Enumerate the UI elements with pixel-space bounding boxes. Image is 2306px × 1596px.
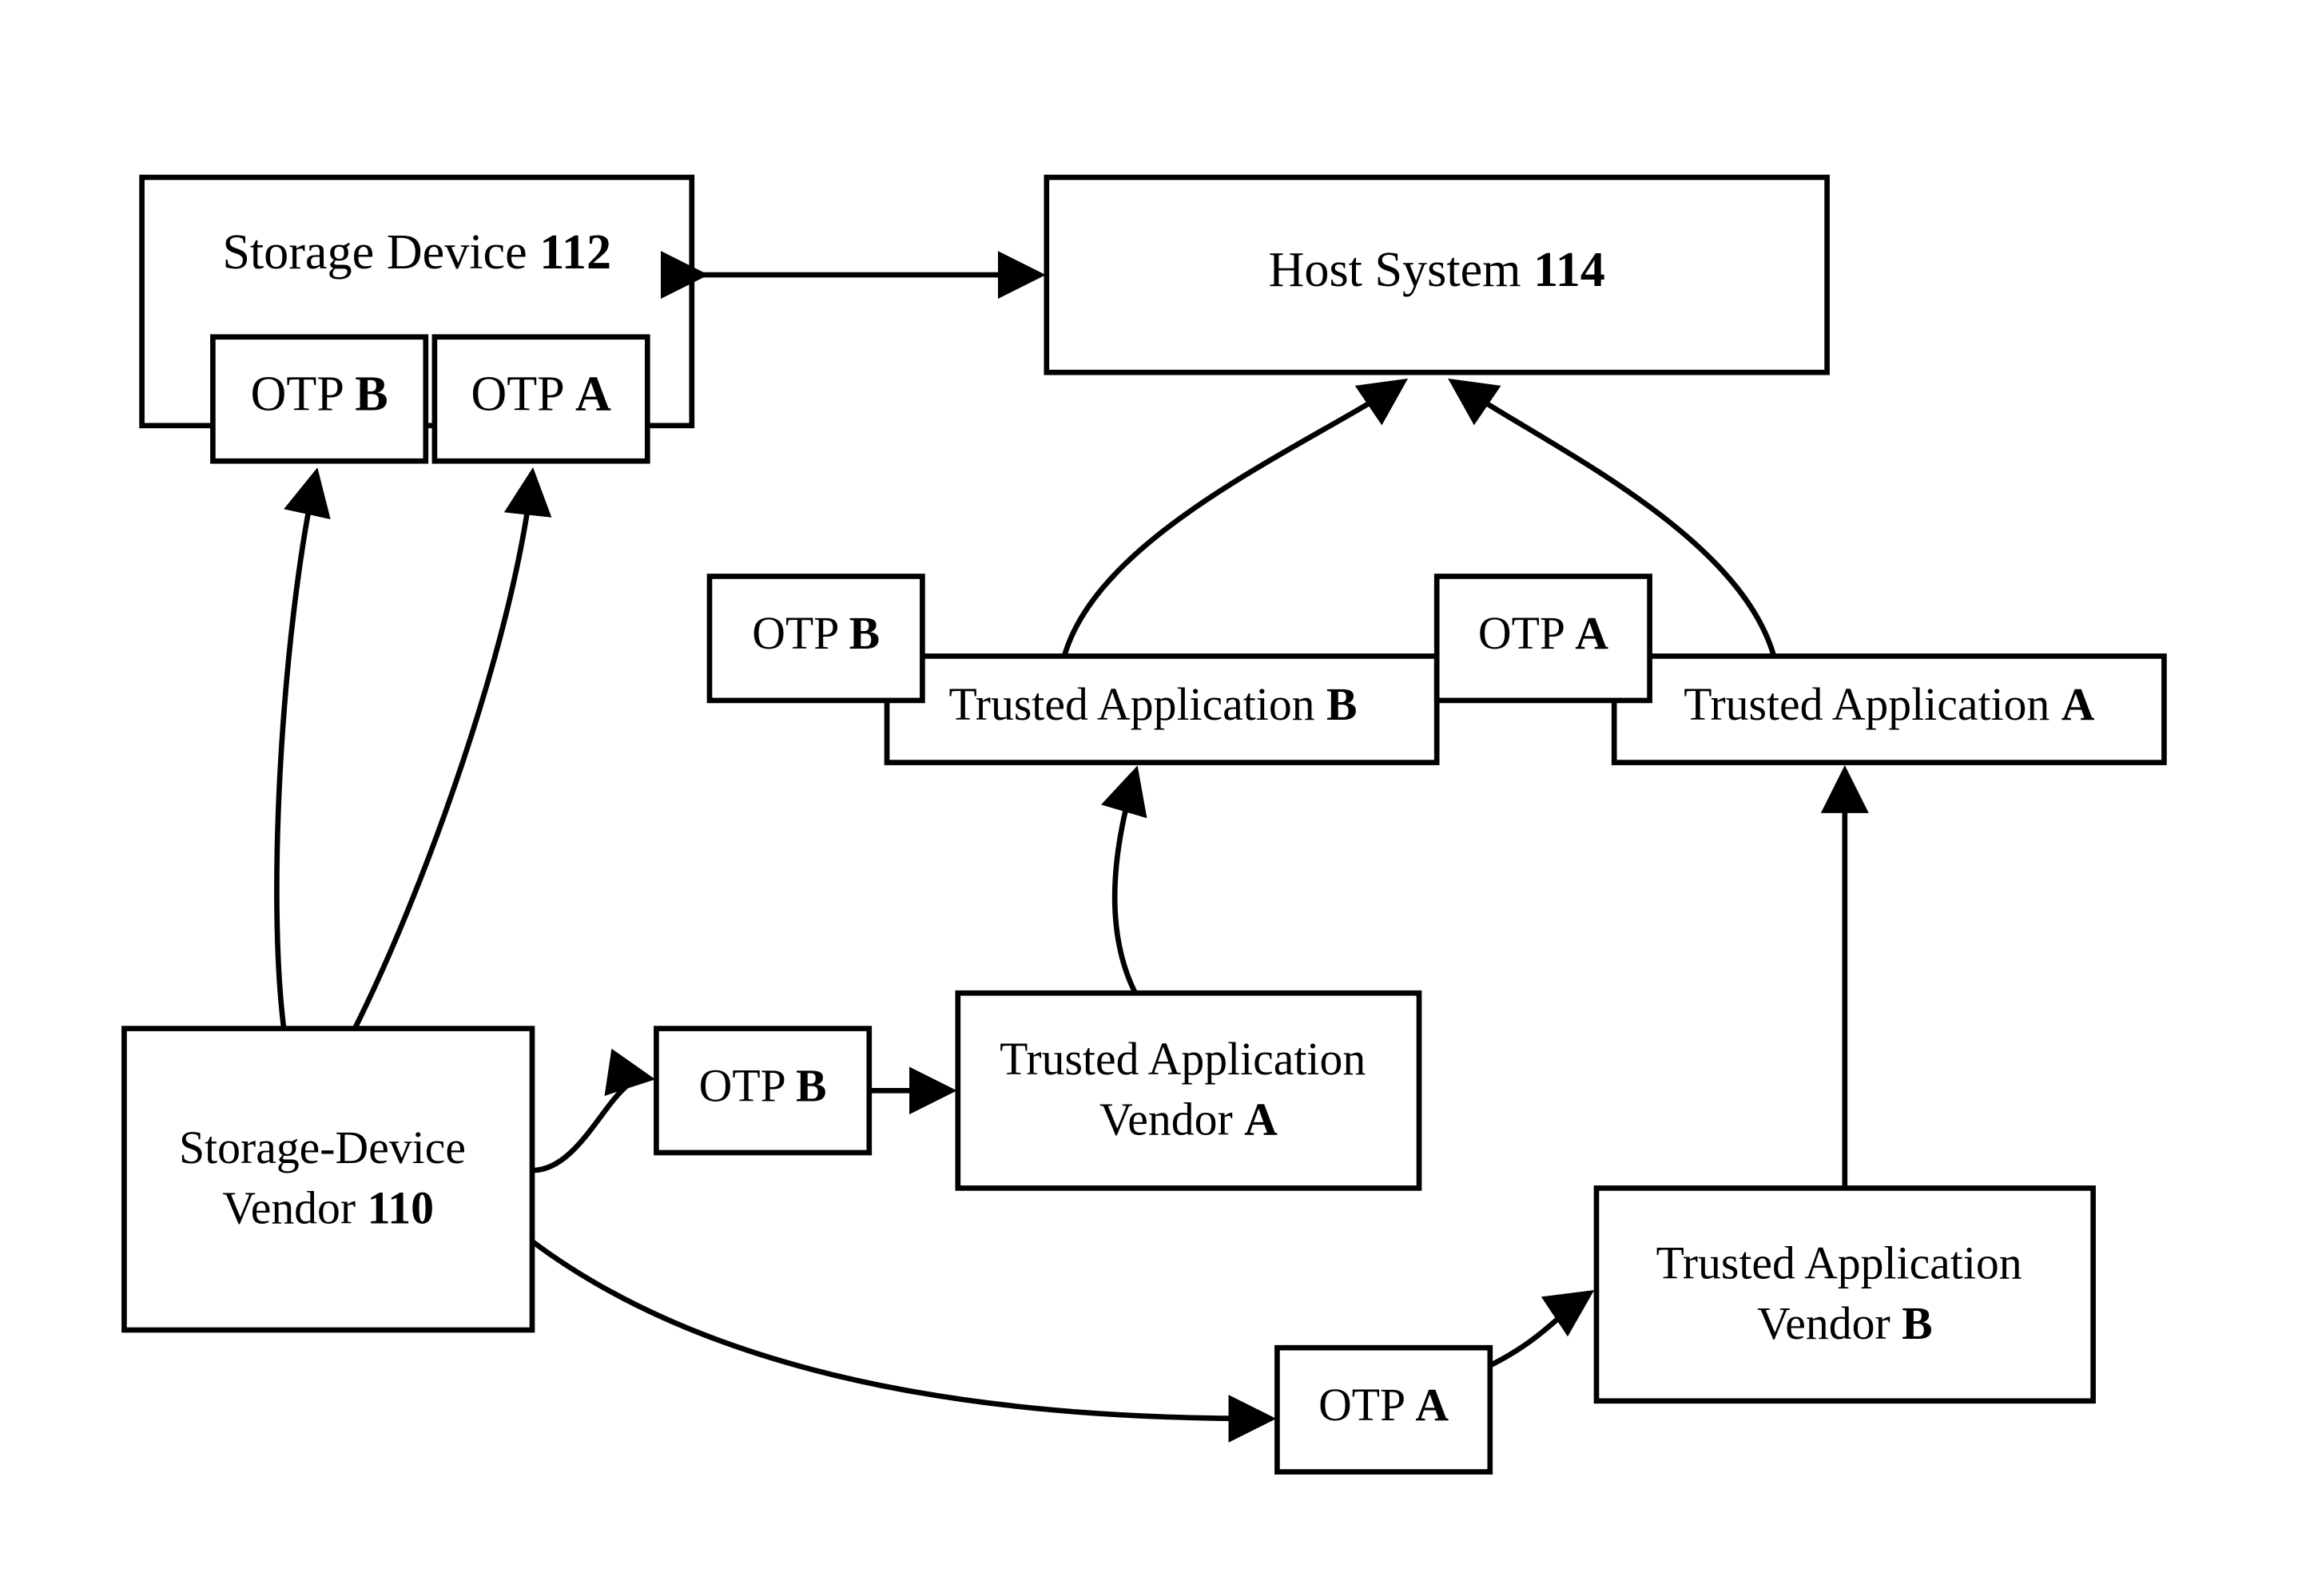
svg-text:Trusted Application A: Trusted Application A	[1684, 680, 2094, 730]
node-trusted-app-b-otp: OTP B	[710, 577, 922, 701]
otp-b-mid-bold: B	[796, 1062, 827, 1112]
sd-otp-b-bold: B	[355, 367, 388, 422]
svg-text:Trusted Application B: Trusted Application B	[949, 680, 1358, 730]
tab-otp-prefix: OTP	[752, 609, 849, 659]
node-otp-a-mid: OTP A	[1277, 1348, 1489, 1471]
edge-vendor-to-otp-b-sd	[276, 475, 316, 1029]
edge-otp-a-to-ta-vendor-b	[1490, 1295, 1588, 1366]
edge-vendor-to-otp-a-sd	[355, 475, 532, 1029]
svg-text:OTP B: OTP B	[251, 367, 388, 422]
svg-text:OTP B: OTP B	[752, 609, 880, 659]
sd-otp-a-bold: A	[575, 367, 611, 422]
ta-vendor-b-line2-prefix: Vendor	[1757, 1299, 1902, 1349]
node-trusted-app-b: Trusted Application B	[887, 656, 1437, 762]
edge-app-b-to-host	[1064, 383, 1401, 657]
trusted-app-a-bold: A	[2061, 680, 2095, 730]
svg-text:OTP B: OTP B	[699, 1062, 827, 1112]
sd-otp-b-prefix: OTP	[251, 367, 356, 422]
trusted-app-b-bold: B	[1326, 680, 1358, 730]
storage-device-label-bold: 112	[539, 225, 611, 280]
edge-vendor-to-otp-a-mid	[532, 1241, 1268, 1419]
edge-vendor-to-otp-b-mid	[532, 1078, 647, 1170]
storage-vendor-line2-bold: 110	[368, 1184, 434, 1234]
otp-a-mid-prefix: OTP	[1318, 1380, 1415, 1431]
sd-otp-a-prefix: OTP	[471, 367, 575, 422]
ta-vendor-a-line2-bold: A	[1244, 1095, 1278, 1145]
node-otp-b-mid: OTP B	[656, 1029, 869, 1153]
node-host-system: Host System 114	[1047, 177, 1827, 372]
trusted-app-a-prefix: Trusted Application	[1684, 680, 2061, 730]
trusted-app-b-prefix: Trusted Application	[949, 680, 1326, 730]
svg-text:Host System 114: Host System 114	[1269, 243, 1605, 297]
svg-text:OTP A: OTP A	[1318, 1380, 1449, 1431]
node-ta-vendor-b: Trusted Application Vendor B	[1596, 1188, 2093, 1400]
ta-vendor-a-line2-prefix: Vendor	[1099, 1095, 1244, 1145]
node-trusted-app-a: Trusted Application A	[1614, 656, 2164, 762]
node-ta-vendor-a: Trusted Application Vendor A	[958, 993, 1419, 1188]
tab-otp-bold: B	[849, 609, 881, 659]
storage-vendor-line1: Storage-Device	[179, 1123, 466, 1173]
diagram-canvas: Storage Device 112 OTP B OTP A Host Syst…	[0, 0, 2306, 1596]
svg-text:OTP A: OTP A	[471, 367, 611, 422]
edge-ta-vendor-a-to-app-b	[1115, 773, 1135, 993]
ta-vendor-a-line1: Trusted Application	[1000, 1034, 1366, 1085]
otp-a-mid-bold: A	[1415, 1380, 1449, 1431]
node-storage-device-otp-a: OTP A	[435, 337, 647, 461]
storage-vendor-line2-prefix: Vendor	[222, 1184, 367, 1234]
taa-otp-prefix: OTP	[1478, 609, 1575, 659]
storage-device-label-prefix: Storage Device	[222, 225, 539, 280]
svg-text:Storage Device 112: Storage Device 112	[222, 225, 611, 280]
ta-vendor-b-line2-bold: B	[1902, 1299, 1933, 1349]
svg-text:OTP A: OTP A	[1478, 609, 1608, 659]
taa-otp-bold: A	[1575, 609, 1608, 659]
node-trusted-app-a-otp: OTP A	[1437, 577, 1649, 701]
host-system-prefix: Host System	[1269, 243, 1534, 297]
ta-vendor-b-line1: Trusted Application	[1656, 1239, 2022, 1289]
node-storage-device-otp-b: OTP B	[213, 337, 425, 461]
node-storage-vendor: Storage-Device Vendor 110	[124, 1029, 532, 1330]
otp-b-mid-prefix: OTP	[699, 1062, 796, 1112]
host-system-bold: 114	[1533, 243, 1605, 297]
